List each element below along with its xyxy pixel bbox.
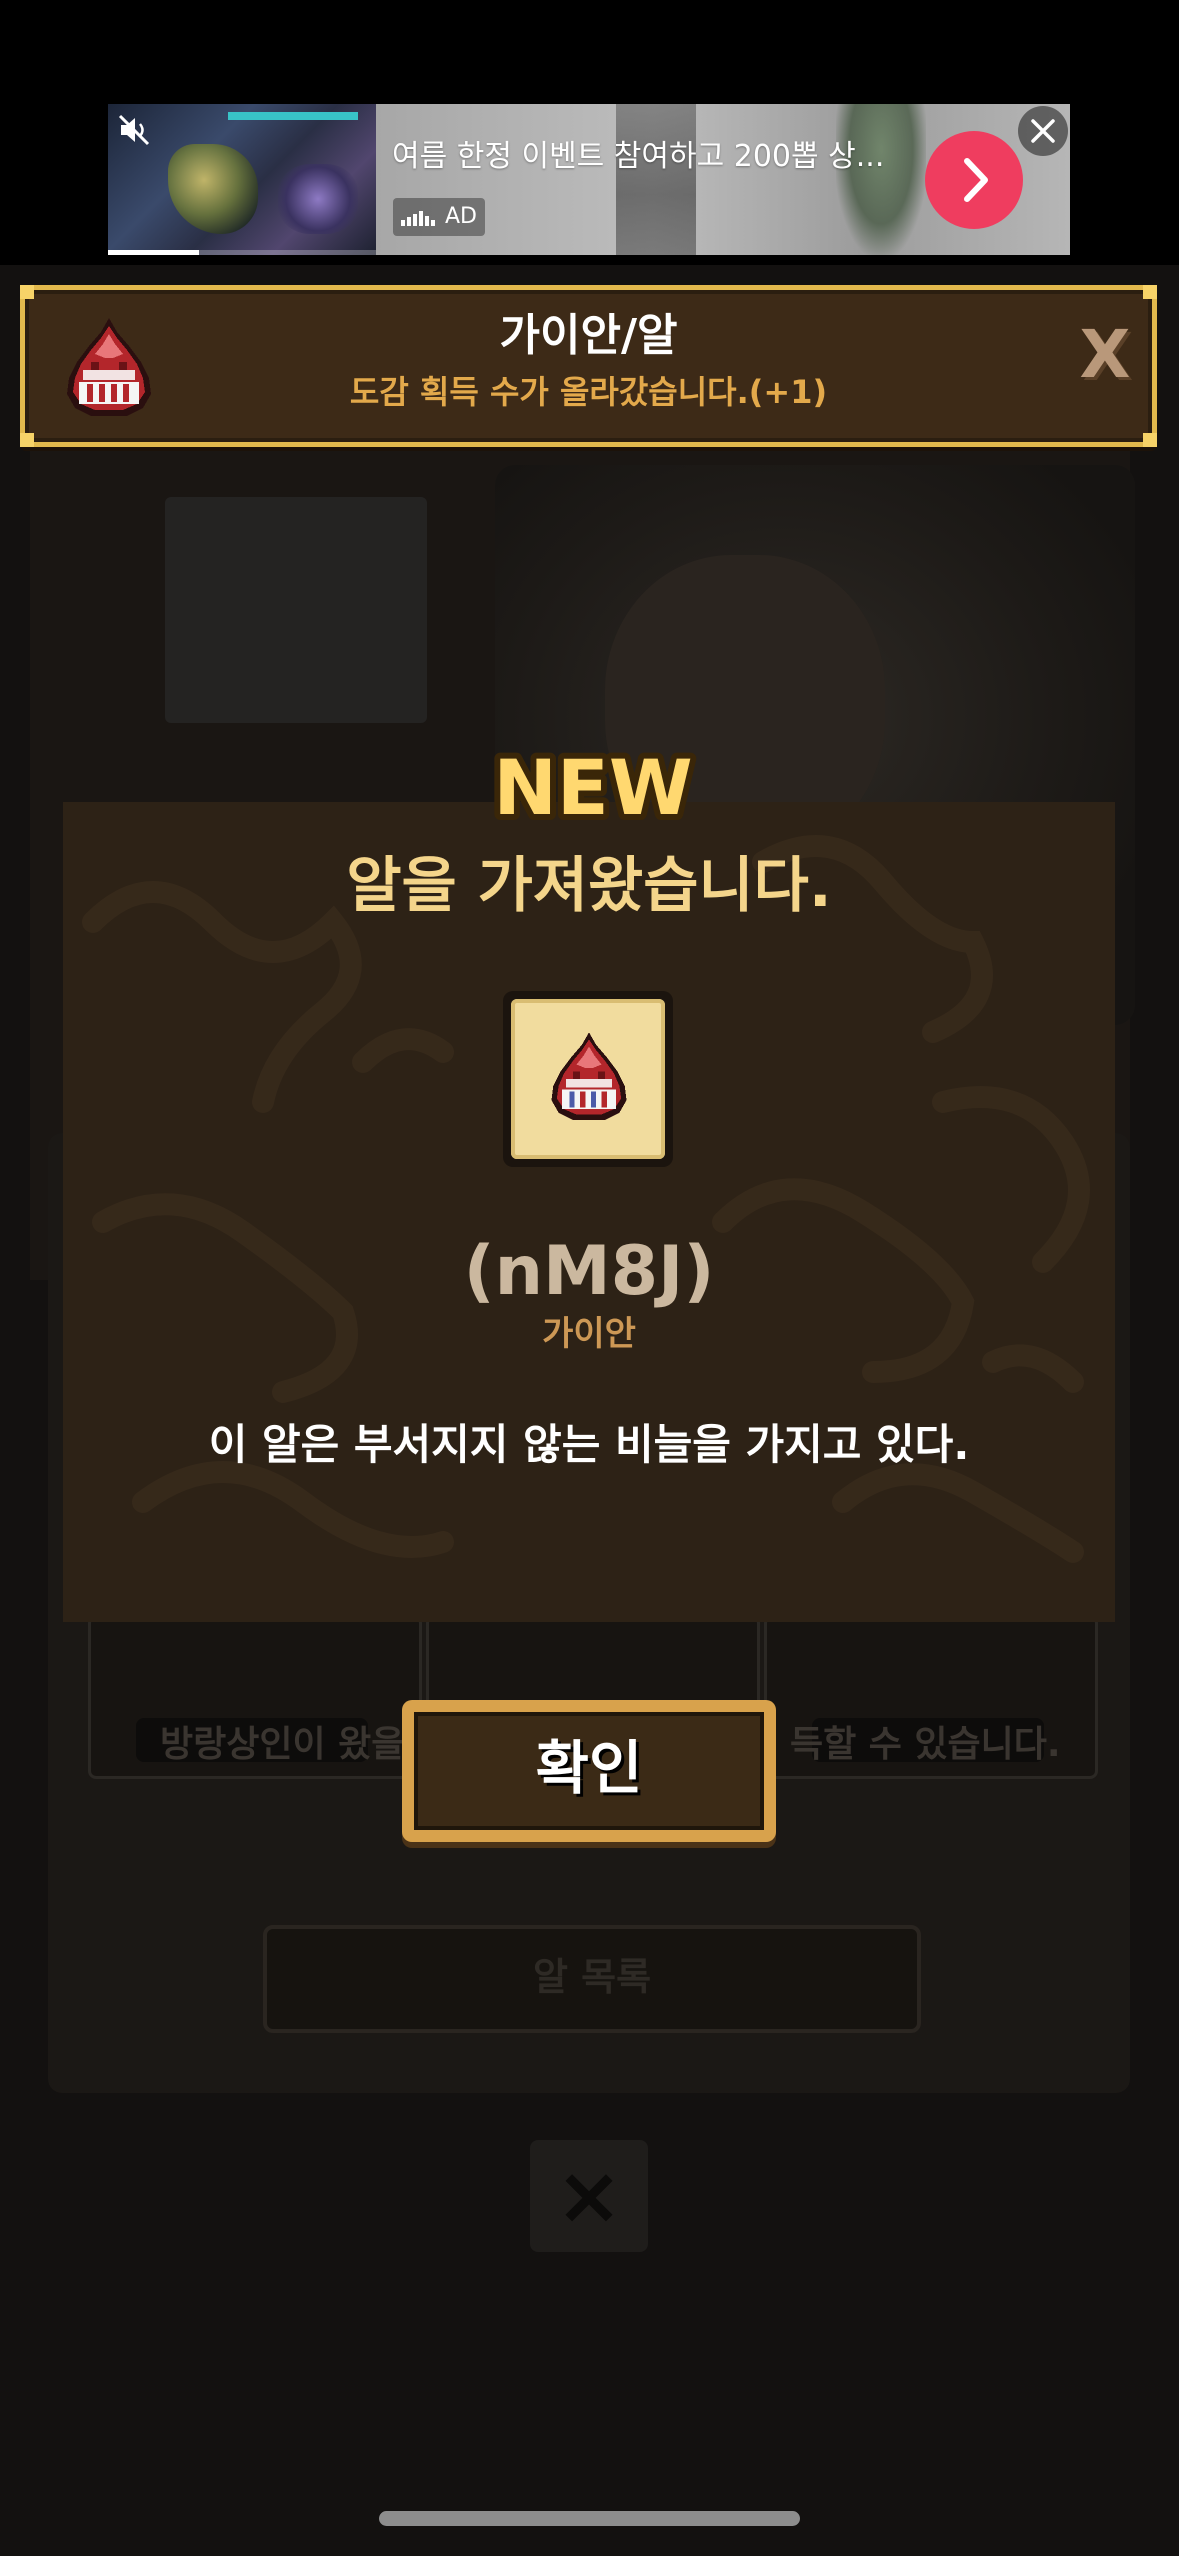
egg-list-button[interactable]: 알 목록	[263, 1925, 921, 2033]
ad-open-button[interactable]	[925, 131, 1023, 229]
notification-subtitle: 도감 획득 수가 올라갔습니다.(+1)	[349, 373, 828, 411]
signal-bars-icon	[401, 211, 435, 226]
ad-badge: AD	[393, 198, 485, 236]
merchant-info-box	[165, 497, 427, 723]
item-description: 이 알은 부서지지 않는 비늘을 가지고 있다.	[208, 1420, 970, 1469]
notification-close-button[interactable]: X	[1075, 320, 1135, 390]
confirm-button[interactable]: 확인	[402, 1700, 776, 1842]
ad-close-button[interactable]	[1018, 106, 1068, 156]
ad-person-figure	[616, 104, 696, 255]
modal-title: 알을 가져왔습니다.	[346, 851, 832, 921]
merchant-message-end: 득할 수 있습니다.	[790, 1724, 1061, 1765]
item-name: (nM8J)	[463, 1232, 715, 1311]
merchant-message: 방랑상인이 왔을	[160, 1724, 405, 1765]
dragon-egg-icon	[551, 1032, 627, 1120]
modal-background-pattern	[82, 835, 1090, 1563]
new-badge-icon: NEW NEW	[488, 742, 698, 832]
muted-speaker-icon[interactable]	[116, 112, 152, 148]
game-screen: 여름 한정 이벤트 참여하고 200뽑 상... AD 방랑상인이 왔을 득할 …	[0, 0, 1179, 2556]
ad-game-hp-bar	[228, 112, 358, 120]
ad-headline[interactable]: 여름 한정 이벤트 참여하고 200뽑 상...	[392, 137, 884, 177]
new-badge-label: NEW	[493, 743, 692, 832]
item-paper-background	[511, 999, 665, 1159]
ad-plant-figure	[836, 104, 926, 255]
ad-video-progress-fill	[108, 250, 200, 255]
close-screen-button[interactable]: ×	[530, 2140, 648, 2252]
ad-game-enemy	[278, 164, 358, 234]
notification-title: 가이안/알	[499, 310, 678, 361]
collection-notification: 가이안/알 도감 획득 수가 올라갔습니다.(+1) X	[20, 285, 1157, 447]
chevron-right-icon	[964, 158, 988, 202]
close-icon	[1031, 119, 1055, 143]
confirm-button-label: 확인	[535, 1734, 643, 1802]
ad-game-character	[168, 144, 258, 234]
new-egg-modal: NEW NEW 알을 가져왔습니다. (nM8J) 가이안 이 알은 부서지지 …	[63, 742, 1115, 1622]
ad-video-thumbnail[interactable]	[108, 104, 376, 255]
ad-video-progress	[108, 250, 376, 255]
ad-badge-label: AD	[445, 204, 477, 229]
home-indicator[interactable]	[379, 2511, 800, 2526]
item-type: 가이안	[542, 1314, 636, 1354]
item-frame	[503, 991, 673, 1167]
